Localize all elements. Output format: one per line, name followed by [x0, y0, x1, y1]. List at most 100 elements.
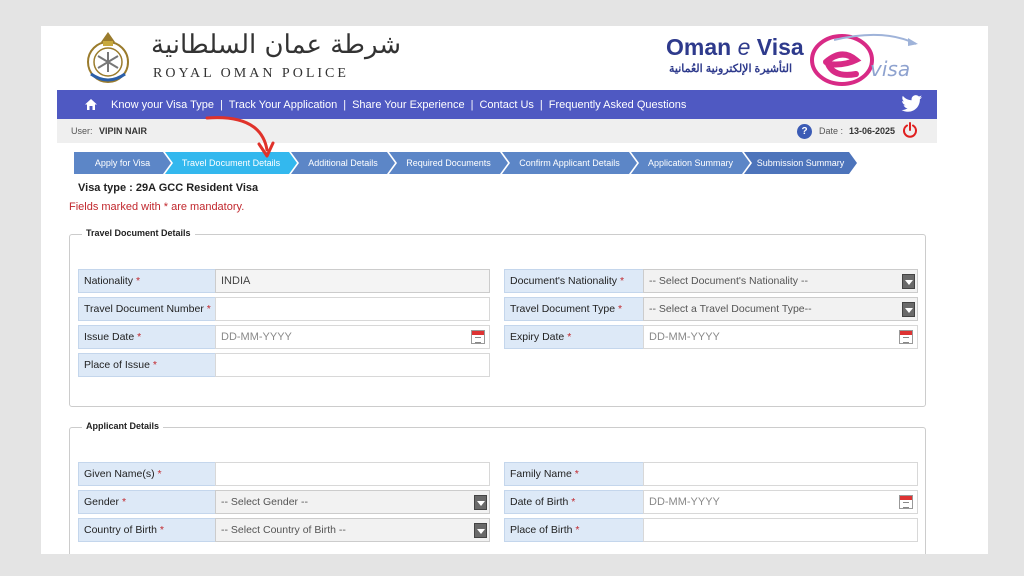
required-mark: * — [137, 331, 142, 343]
label-text: Place of Birth — [510, 524, 573, 536]
required-mark: * — [575, 524, 580, 536]
calendar-icon[interactable] — [471, 330, 485, 344]
select-value: -- Select a Travel Document Type-- — [649, 303, 812, 315]
required-mark: * — [574, 468, 579, 480]
place-issue-label: Place of Issue * — [78, 353, 217, 377]
step-apply-for-visa[interactable]: Apply for Visa — [74, 152, 171, 174]
section-title: Applicant Details — [82, 421, 164, 431]
country-birth-select[interactable]: -- Select Country of Birth -- — [215, 518, 490, 542]
user-name: VIPIN NAIR — [99, 126, 148, 136]
mandatory-note: Fields marked with * are mandatory. — [69, 201, 245, 213]
nav-share-experience[interactable]: Share Your Experience — [346, 99, 471, 111]
annotation-arrow-icon — [205, 116, 275, 158]
place-issue-input[interactable] — [215, 353, 490, 377]
expiry-date-input[interactable]: DD-MM-YYYY — [643, 325, 918, 349]
nationality-label: Nationality * — [78, 269, 217, 293]
user-bar: User: VIPIN NAIR ? Date : 13-06-2025 — [57, 119, 937, 143]
dob-input[interactable]: DD-MM-YYYY — [643, 490, 918, 514]
section-title: Travel Document Details — [82, 228, 195, 238]
evisa-logo-text: visa — [870, 57, 910, 81]
label-text: Document's Nationality — [510, 275, 618, 287]
home-link[interactable] — [77, 90, 105, 119]
placeholder: DD-MM-YYYY — [649, 331, 720, 343]
rop-arabic-title: شرطة عمان السلطانية — [151, 30, 402, 60]
issue-date-label: Issue Date * — [78, 325, 217, 349]
select-value: -- Select Document's Nationality -- — [649, 275, 808, 287]
gender-label: Gender * — [78, 490, 217, 514]
required-mark: * — [206, 303, 211, 315]
user-label: User: — [71, 126, 93, 136]
step-additional-details[interactable]: Additional Details — [291, 152, 395, 174]
label-text: Travel Document Type — [510, 303, 616, 315]
label-text: Travel Document Number — [84, 303, 204, 315]
dropdown-arrow-icon[interactable] — [474, 523, 487, 538]
dropdown-arrow-icon[interactable] — [902, 274, 915, 289]
label-text: Gender — [84, 496, 120, 508]
label-text: Nationality — [84, 275, 134, 287]
calendar-icon[interactable] — [899, 495, 913, 509]
gender-select[interactable]: -- Select Gender -- — [215, 490, 490, 514]
evisa-title-e: e — [737, 34, 751, 60]
label-text: Place of Issue — [84, 359, 150, 371]
label-text: Given Name(s) — [84, 468, 155, 480]
dropdown-arrow-icon[interactable] — [474, 495, 487, 510]
doc-nationality-label: Document's Nationality * — [504, 269, 645, 293]
doc-number-input[interactable] — [215, 297, 490, 321]
place-birth-input[interactable] — [643, 518, 918, 542]
placeholder: DD-MM-YYYY — [649, 496, 720, 508]
step-submission-summary[interactable]: Submission Summary — [744, 152, 857, 174]
required-mark: * — [619, 275, 625, 287]
doc-type-select[interactable]: -- Select a Travel Document Type-- — [643, 297, 918, 321]
family-name-input[interactable] — [643, 462, 918, 486]
help-icon[interactable]: ? — [797, 124, 812, 139]
step-application-summary[interactable]: Application Summary — [631, 152, 750, 174]
evisa-title-part: Oman — [666, 34, 738, 60]
dob-label: Date of Birth * — [504, 490, 645, 514]
nav-know-visa-type[interactable]: Know your Visa Type — [105, 99, 220, 111]
required-mark: * — [567, 331, 572, 343]
place-birth-label: Place of Birth * — [504, 518, 645, 542]
oman-evisa-title: Oman e Visa — [666, 34, 804, 61]
page: شرطة عمان السلطانية ROYAL OMAN POLICE Om… — [41, 26, 988, 554]
evisa-arabic-title: التأشيرة الإلكترونية العُمانية — [669, 63, 792, 75]
given-name-label: Given Name(s) * — [78, 462, 217, 486]
country-birth-label: Country of Birth * — [78, 518, 217, 542]
doc-number-label: Travel Document Number * — [78, 297, 217, 321]
rop-english-title: ROYAL OMAN POLICE — [153, 66, 349, 81]
header: شرطة عمان السلطانية ROYAL OMAN POLICE Om… — [41, 26, 988, 90]
label-text: Country of Birth — [84, 524, 157, 536]
placeholder: DD-MM-YYYY — [221, 331, 292, 343]
main-navbar: Know your Visa Type | Track Your Applica… — [57, 90, 937, 119]
nationality-field: INDIA — [215, 269, 490, 293]
step-confirm-applicant-details[interactable]: Confirm Applicant Details — [502, 152, 637, 174]
visa-type: Visa type : 29A GCC Resident Visa — [78, 182, 259, 194]
label-text: Issue Date — [84, 331, 135, 343]
label-text: Expiry Date — [510, 331, 565, 343]
required-mark: * — [617, 303, 623, 315]
select-value: -- Select Gender -- — [221, 496, 308, 508]
required-mark: * — [152, 359, 157, 371]
nav-track-application[interactable]: Track Your Application — [223, 99, 343, 111]
required-mark: * — [121, 496, 127, 508]
royal-oman-police-crest-logo — [87, 32, 129, 83]
label-text: Family Name — [510, 468, 572, 480]
required-mark: * — [135, 275, 141, 287]
evisa-logo: visa — [810, 33, 918, 86]
family-name-label: Family Name * — [504, 462, 645, 486]
given-name-input[interactable] — [215, 462, 490, 486]
calendar-icon[interactable] — [899, 330, 913, 344]
nav-contact-us[interactable]: Contact Us — [473, 99, 539, 111]
issue-date-input[interactable]: DD-MM-YYYY — [215, 325, 490, 349]
power-logout-icon[interactable] — [902, 122, 918, 138]
select-value: -- Select Country of Birth -- — [221, 524, 346, 536]
date-value: 13-06-2025 — [849, 126, 896, 136]
travel-document-section: Travel Document Details Nationality * IN… — [69, 228, 926, 407]
twitter-icon[interactable] — [901, 94, 923, 114]
label-text: Date of Birth — [510, 496, 569, 508]
doc-nationality-select[interactable]: -- Select Document's Nationality -- — [643, 269, 918, 293]
step-required-documents[interactable]: Required Documents — [389, 152, 508, 174]
doc-type-label: Travel Document Type * — [504, 297, 645, 321]
nav-faq[interactable]: Frequently Asked Questions — [543, 99, 693, 111]
required-mark: * — [157, 468, 162, 480]
dropdown-arrow-icon[interactable] — [902, 302, 915, 317]
